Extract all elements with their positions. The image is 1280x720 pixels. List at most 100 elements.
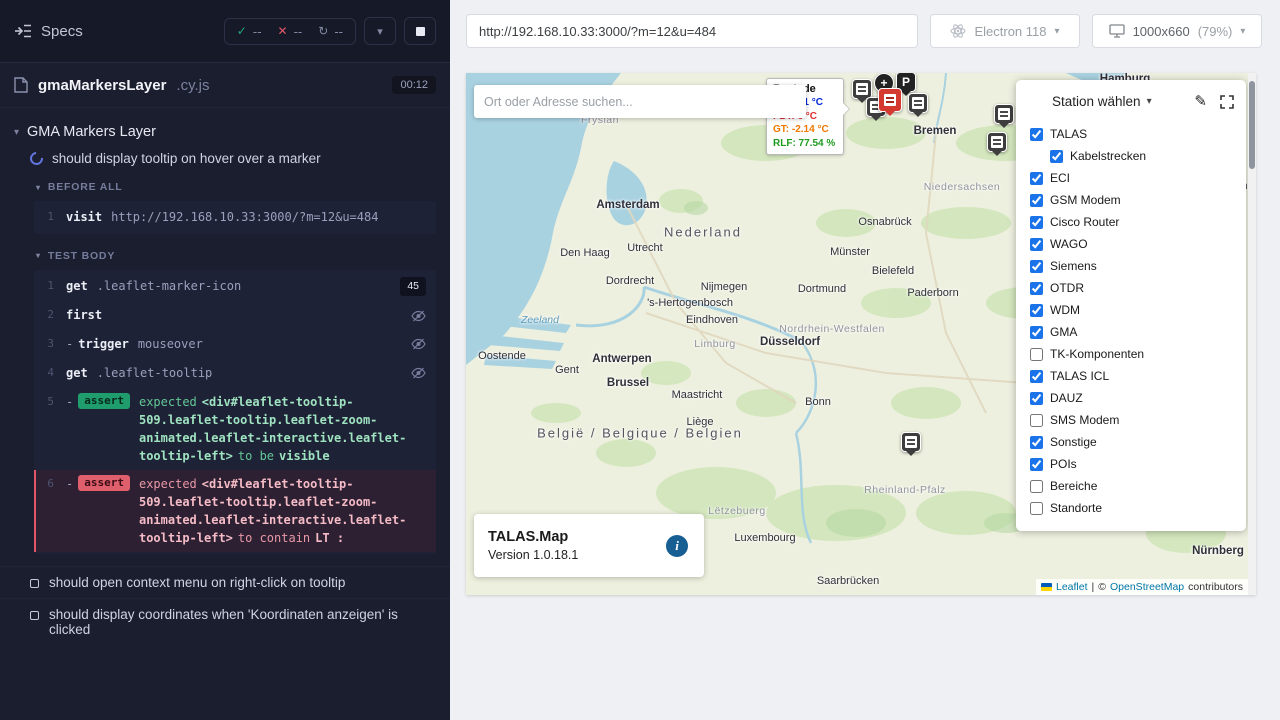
station-label: GMA xyxy=(1050,325,1077,339)
station-checkbox[interactable] xyxy=(1030,194,1043,207)
station-label: SMS Modem xyxy=(1050,413,1119,427)
map-marker[interactable] xyxy=(908,93,928,113)
specs-label: Specs xyxy=(41,23,83,40)
expand-icon[interactable] xyxy=(1220,95,1234,109)
test-body-header[interactable]: ▾ TEST BODY xyxy=(0,242,450,267)
station-checkbox[interactable] xyxy=(1030,282,1043,295)
station-checkbox[interactable] xyxy=(1030,392,1043,405)
station-checkbox[interactable] xyxy=(1030,216,1043,229)
station-checkbox[interactable] xyxy=(1030,436,1043,449)
command-number: 4 xyxy=(36,364,66,383)
station-label: Sonstige xyxy=(1050,435,1097,449)
station-checkbox-row[interactable]: GSM Modem xyxy=(1030,189,1234,211)
spec-header: gmaMarkersLayer .cy.js 00:12 xyxy=(0,63,450,108)
map-marker[interactable] xyxy=(878,88,902,112)
pending-test-row[interactable]: should display coordinates when 'Koordin… xyxy=(0,598,450,645)
stop-button[interactable] xyxy=(404,17,436,45)
active-test-row[interactable]: should display tooltip on hover over a m… xyxy=(0,146,450,173)
command-row[interactable]: 1 visit http://192.168.10.33:3000/?m=12&… xyxy=(34,203,436,232)
chevron-down-icon: ▾ xyxy=(377,25,383,38)
station-checkbox-row[interactable]: SMS Modem xyxy=(1030,409,1234,431)
electron-icon xyxy=(950,23,966,39)
station-checkbox[interactable] xyxy=(1030,414,1043,427)
station-checkbox-row[interactable]: Bereiche xyxy=(1030,475,1234,497)
station-icon xyxy=(912,97,924,109)
viewport-selector[interactable]: 1000x660 (79%) ▾ xyxy=(1092,14,1262,48)
map-place-label: Bonn xyxy=(805,396,831,408)
command-row[interactable]: 4 get .leaflet-tooltip xyxy=(34,359,436,388)
station-checkbox-row[interactable]: TK-Komponenten xyxy=(1030,343,1234,365)
stop-icon xyxy=(416,27,425,36)
command-row[interactable]: 1 get .leaflet-marker-icon 45 xyxy=(34,272,436,302)
station-checkbox-row[interactable]: DAUZ xyxy=(1030,387,1234,409)
map-marker[interactable] xyxy=(901,432,921,452)
browser-selector[interactable]: Electron 118 ▾ xyxy=(930,14,1080,48)
station-checkbox-row[interactable]: Sonstige xyxy=(1030,431,1234,453)
station-checkbox-row[interactable]: Standorte xyxy=(1030,497,1234,519)
station-select-dropdown[interactable]: Station wählen xyxy=(1052,94,1141,109)
info-icon[interactable]: i xyxy=(666,535,688,557)
map-marker[interactable] xyxy=(987,132,1007,152)
collapse-reporter-button[interactable]: ▾ xyxy=(364,17,396,45)
before-all-header[interactable]: ▾ BEFORE ALL xyxy=(0,173,450,198)
map-place-label: Maastricht xyxy=(672,389,723,401)
station-checkbox-row[interactable]: Cisco Router xyxy=(1030,211,1234,233)
test-pending-icon xyxy=(30,611,39,620)
station-checkbox[interactable] xyxy=(1030,370,1043,383)
station-label: TALAS xyxy=(1050,127,1087,141)
command-method: trigger xyxy=(78,335,129,353)
station-checkbox-row[interactable]: OTDR xyxy=(1030,277,1234,299)
chevron-down-icon: ▾ xyxy=(36,183,41,192)
leaflet-link[interactable]: Leaflet xyxy=(1056,581,1088,593)
station-checkbox-row[interactable]: WAGO xyxy=(1030,233,1234,255)
map-place-label: België / Belgique / Belgien xyxy=(537,426,743,441)
station-checkbox[interactable] xyxy=(1030,172,1043,185)
station-checkbox[interactable] xyxy=(1030,128,1043,141)
command-row[interactable]: 5 - assert expected<div#leaflet-tooltip-… xyxy=(34,388,436,470)
station-checkbox-row[interactable]: GMA xyxy=(1030,321,1234,343)
station-checkbox-row[interactable]: Siemens xyxy=(1030,255,1234,277)
station-checkbox-row[interactable]: TALAS xyxy=(1030,123,1234,145)
station-checkbox-row[interactable]: POIs xyxy=(1030,453,1234,475)
station-checkbox[interactable] xyxy=(1030,480,1043,493)
command-row[interactable]: 6 - assert expected<div#leaflet-tooltip-… xyxy=(34,470,436,552)
station-checkbox[interactable] xyxy=(1030,348,1043,361)
chevron-down-icon: ▾ xyxy=(14,127,19,138)
map-marker[interactable] xyxy=(852,79,872,99)
station-checkbox[interactable] xyxy=(1030,326,1043,339)
station-icon xyxy=(998,108,1010,120)
station-label: GSM Modem xyxy=(1050,193,1121,207)
stat-passed: ✓-- xyxy=(237,24,262,39)
scrollbar-thumb[interactable] xyxy=(1249,81,1255,169)
station-checkbox[interactable] xyxy=(1030,260,1043,273)
station-checkbox[interactable] xyxy=(1030,304,1043,317)
pending-test-row[interactable]: should open context menu on right-click … xyxy=(0,566,450,598)
map-marker[interactable] xyxy=(994,104,1014,124)
station-icon xyxy=(884,94,896,106)
suite-row[interactable]: ▾ GMA Markers Layer xyxy=(0,118,450,146)
station-checkbox[interactable] xyxy=(1050,150,1063,163)
map-place-label: Paderborn xyxy=(907,287,958,299)
edit-pencil-icon[interactable]: ✎ xyxy=(1194,94,1207,109)
osm-link[interactable]: OpenStreetMap xyxy=(1110,581,1184,593)
station-checkbox[interactable] xyxy=(1030,502,1043,515)
station-label: Siemens xyxy=(1050,259,1097,273)
station-checkbox-row[interactable]: WDM xyxy=(1030,299,1234,321)
specs-menu-button[interactable]: Specs xyxy=(14,23,83,40)
spec-duration-badge: 00:12 xyxy=(392,76,436,94)
station-checkbox-row[interactable]: Kabelstrecken xyxy=(1030,145,1234,167)
map-search-input[interactable] xyxy=(474,85,806,118)
app-title: TALAS.Map xyxy=(488,529,690,545)
command-row[interactable]: 3 - trigger mouseover xyxy=(34,330,436,359)
command-row[interactable]: 2 first xyxy=(34,301,436,330)
url-bar[interactable] xyxy=(466,14,918,48)
station-checkbox[interactable] xyxy=(1030,458,1043,471)
station-checkbox[interactable] xyxy=(1030,238,1043,251)
command-number: 3 xyxy=(36,335,66,354)
chevron-down-icon[interactable]: ▾ xyxy=(1147,96,1152,107)
leaflet-map[interactable]: HamburgBremenHannoverNiedersachsenFryslâ… xyxy=(466,73,1256,595)
station-checkbox-row[interactable]: ECI xyxy=(1030,167,1234,189)
station-label: POIs xyxy=(1050,457,1077,471)
map-place-label: Utrecht xyxy=(627,242,662,254)
station-checkbox-row[interactable]: TALAS ICL xyxy=(1030,365,1234,387)
